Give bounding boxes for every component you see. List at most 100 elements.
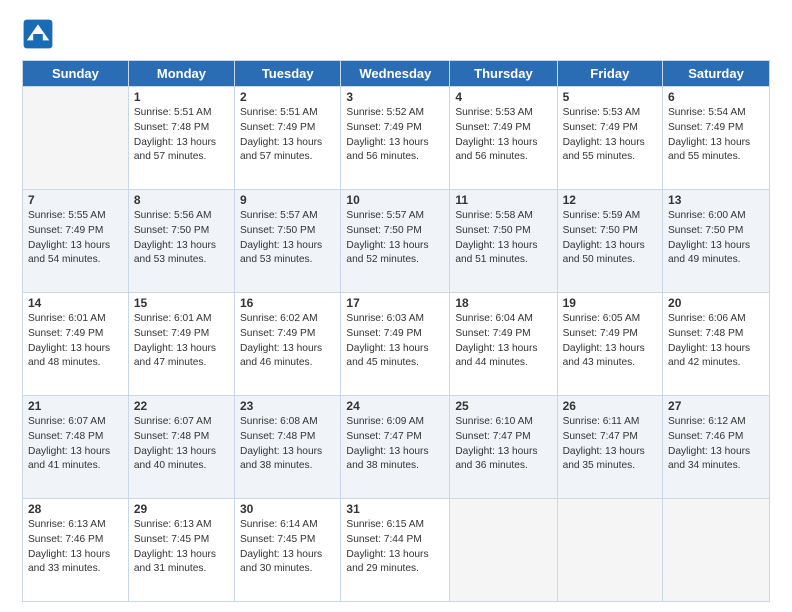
day-info: Sunrise: 6:04 AM Sunset: 7:49 PM Dayligh… (455, 312, 551, 371)
day-info: Sunrise: 6:09 AM Sunset: 7:47 PM Dayligh… (346, 415, 444, 474)
day-number: 10 (346, 193, 444, 207)
day-number: 20 (668, 296, 764, 310)
calendar-day-cell: 23Sunrise: 6:08 AM Sunset: 7:48 PM Dayli… (234, 396, 340, 499)
calendar-day-cell (23, 87, 129, 190)
calendar-week-row: 21 Sunrise: 6:07 AM Sunset: 7:48 PM Dayli… (23, 396, 770, 499)
day-number: 25 (455, 399, 551, 413)
calendar-day-cell: 19 Sunrise: 6:05 AM Sunset: 7:49 PM Dayli… (557, 293, 662, 396)
day-info: Sunrise: 6:00 AM Sunset: 7:50 PM Dayligh… (668, 209, 764, 268)
day-info: Sunrise: 6:13 AM Sunset: 7:46 PM Dayligh… (28, 518, 123, 577)
calendar-day-cell: 26 Sunrise: 6:11 AM Sunset: 7:47 PM Dayli… (557, 396, 662, 499)
day-info: Sunrise: 6:07 AM Sunset: 7:48 PM Dayligh… (28, 415, 123, 474)
calendar-day-cell: 9 Sunrise: 5:57 AM Sunset: 7:50 PM Daylig… (234, 190, 340, 293)
calendar-week-row: 1 Sunrise: 5:51 AM Sunset: 7:48 PM Daylig… (23, 87, 770, 190)
calendar-week-row: 7 Sunrise: 5:55 AM Sunset: 7:49 PM Daylig… (23, 190, 770, 293)
day-number: 7 (28, 193, 123, 207)
day-info: Sunrise: 5:52 AM Sunset: 7:49 PM Dayligh… (346, 106, 444, 165)
day-number: 23 (240, 399, 335, 413)
day-number: 4 (455, 90, 551, 104)
day-number: 18 (455, 296, 551, 310)
logo-icon (22, 18, 54, 50)
calendar-day-header: Sunday (23, 61, 129, 87)
day-info: Sunrise: 6:12 AM Sunset: 7:46 PM Dayligh… (668, 415, 764, 474)
calendar-day-cell: 18 Sunrise: 6:04 AM Sunset: 7:49 PM Dayli… (450, 293, 557, 396)
calendar-week-row: 28 Sunrise: 6:13 AM Sunset: 7:46 PM Dayli… (23, 499, 770, 602)
day-info: Sunrise: 5:57 AM Sunset: 7:50 PM Dayligh… (346, 209, 444, 268)
header (22, 18, 770, 50)
day-number: 6 (668, 90, 764, 104)
day-number: 13 (668, 193, 764, 207)
day-info: Sunrise: 6:07 AM Sunset: 7:48 PM Dayligh… (134, 415, 229, 474)
calendar-day-cell: 12Sunrise: 5:59 AM Sunset: 7:50 PM Dayli… (557, 190, 662, 293)
day-number: 22 (134, 399, 229, 413)
calendar-day-header: Wednesday (341, 61, 450, 87)
day-info: Sunrise: 5:58 AM Sunset: 7:50 PM Dayligh… (455, 209, 551, 268)
day-number: 30 (240, 502, 335, 516)
day-info: Sunrise: 5:57 AM Sunset: 7:50 PM Dayligh… (240, 209, 335, 268)
day-number: 3 (346, 90, 444, 104)
day-info: Sunrise: 5:53 AM Sunset: 7:49 PM Dayligh… (563, 106, 657, 165)
calendar-day-header: Tuesday (234, 61, 340, 87)
calendar-day-cell (557, 499, 662, 602)
day-number: 5 (563, 90, 657, 104)
calendar-header-row: SundayMondayTuesdayWednesdayThursdayFrid… (23, 61, 770, 87)
calendar-day-cell: 7 Sunrise: 5:55 AM Sunset: 7:49 PM Daylig… (23, 190, 129, 293)
calendar-day-cell: 22 Sunrise: 6:07 AM Sunset: 7:48 PM Dayli… (128, 396, 234, 499)
day-number: 21 (28, 399, 123, 413)
calendar-day-cell: 6 Sunrise: 5:54 AM Sunset: 7:49 PM Daylig… (663, 87, 770, 190)
calendar-day-cell: 25 Sunrise: 6:10 AM Sunset: 7:47 PM Dayli… (450, 396, 557, 499)
day-info: Sunrise: 5:55 AM Sunset: 7:49 PM Dayligh… (28, 209, 123, 268)
day-info: Sunrise: 5:51 AM Sunset: 7:48 PM Dayligh… (134, 106, 229, 165)
calendar-day-cell: 30Sunrise: 6:14 AM Sunset: 7:45 PM Dayli… (234, 499, 340, 602)
day-info: Sunrise: 6:13 AM Sunset: 7:45 PM Dayligh… (134, 518, 229, 577)
day-info: Sunrise: 6:11 AM Sunset: 7:47 PM Dayligh… (563, 415, 657, 474)
day-number: 28 (28, 502, 123, 516)
day-number: 19 (563, 296, 657, 310)
calendar-day-cell: 16 Sunrise: 6:02 AM Sunset: 7:49 PM Dayli… (234, 293, 340, 396)
calendar-day-cell: 28 Sunrise: 6:13 AM Sunset: 7:46 PM Dayli… (23, 499, 129, 602)
day-number: 2 (240, 90, 335, 104)
calendar-day-header: Thursday (450, 61, 557, 87)
day-number: 11 (455, 193, 551, 207)
calendar-day-cell: 4 Sunrise: 5:53 AM Sunset: 7:49 PM Daylig… (450, 87, 557, 190)
day-number: 9 (240, 193, 335, 207)
day-info: Sunrise: 6:06 AM Sunset: 7:48 PM Dayligh… (668, 312, 764, 371)
calendar-day-cell: 10 Sunrise: 5:57 AM Sunset: 7:50 PM Dayli… (341, 190, 450, 293)
day-number: 1 (134, 90, 229, 104)
calendar-day-cell: 24 Sunrise: 6:09 AM Sunset: 7:47 PM Dayli… (341, 396, 450, 499)
day-number: 16 (240, 296, 335, 310)
calendar-day-cell: 14Sunrise: 6:01 AM Sunset: 7:49 PM Dayli… (23, 293, 129, 396)
day-info: Sunrise: 5:59 AM Sunset: 7:50 PM Dayligh… (563, 209, 657, 268)
calendar-day-cell: 17 Sunrise: 6:03 AM Sunset: 7:49 PM Dayli… (341, 293, 450, 396)
calendar-day-cell: 20 Sunrise: 6:06 AM Sunset: 7:48 PM Dayli… (663, 293, 770, 396)
calendar-day-header: Friday (557, 61, 662, 87)
calendar-week-row: 14Sunrise: 6:01 AM Sunset: 7:49 PM Dayli… (23, 293, 770, 396)
calendar-day-cell: 11 Sunrise: 5:58 AM Sunset: 7:50 PM Dayli… (450, 190, 557, 293)
day-number: 24 (346, 399, 444, 413)
day-info: Sunrise: 5:53 AM Sunset: 7:49 PM Dayligh… (455, 106, 551, 165)
day-number: 15 (134, 296, 229, 310)
day-info: Sunrise: 6:15 AM Sunset: 7:44 PM Dayligh… (346, 518, 444, 577)
calendar-day-header: Monday (128, 61, 234, 87)
calendar-day-cell (663, 499, 770, 602)
day-info: Sunrise: 6:05 AM Sunset: 7:49 PM Dayligh… (563, 312, 657, 371)
calendar-day-cell: 5 Sunrise: 5:53 AM Sunset: 7:49 PM Daylig… (557, 87, 662, 190)
day-info: Sunrise: 6:02 AM Sunset: 7:49 PM Dayligh… (240, 312, 335, 371)
day-number: 31 (346, 502, 444, 516)
day-info: Sunrise: 5:56 AM Sunset: 7:50 PM Dayligh… (134, 209, 229, 268)
calendar-day-cell: 2 Sunrise: 5:51 AM Sunset: 7:49 PM Daylig… (234, 87, 340, 190)
logo (22, 18, 58, 50)
calendar-table: SundayMondayTuesdayWednesdayThursdayFrid… (22, 60, 770, 602)
day-number: 14 (28, 296, 123, 310)
day-number: 26 (563, 399, 657, 413)
calendar-day-cell: 3 Sunrise: 5:52 AM Sunset: 7:49 PM Daylig… (341, 87, 450, 190)
calendar-day-cell: 13 Sunrise: 6:00 AM Sunset: 7:50 PM Dayli… (663, 190, 770, 293)
calendar-day-cell: 31 Sunrise: 6:15 AM Sunset: 7:44 PM Dayli… (341, 499, 450, 602)
day-number: 29 (134, 502, 229, 516)
day-info: Sunrise: 6:03 AM Sunset: 7:49 PM Dayligh… (346, 312, 444, 371)
day-info: Sunrise: 5:54 AM Sunset: 7:49 PM Dayligh… (668, 106, 764, 165)
calendar-day-cell: 21 Sunrise: 6:07 AM Sunset: 7:48 PM Dayli… (23, 396, 129, 499)
day-info: Sunrise: 6:10 AM Sunset: 7:47 PM Dayligh… (455, 415, 551, 474)
day-info: Sunrise: 5:51 AM Sunset: 7:49 PM Dayligh… (240, 106, 335, 165)
day-number: 17 (346, 296, 444, 310)
